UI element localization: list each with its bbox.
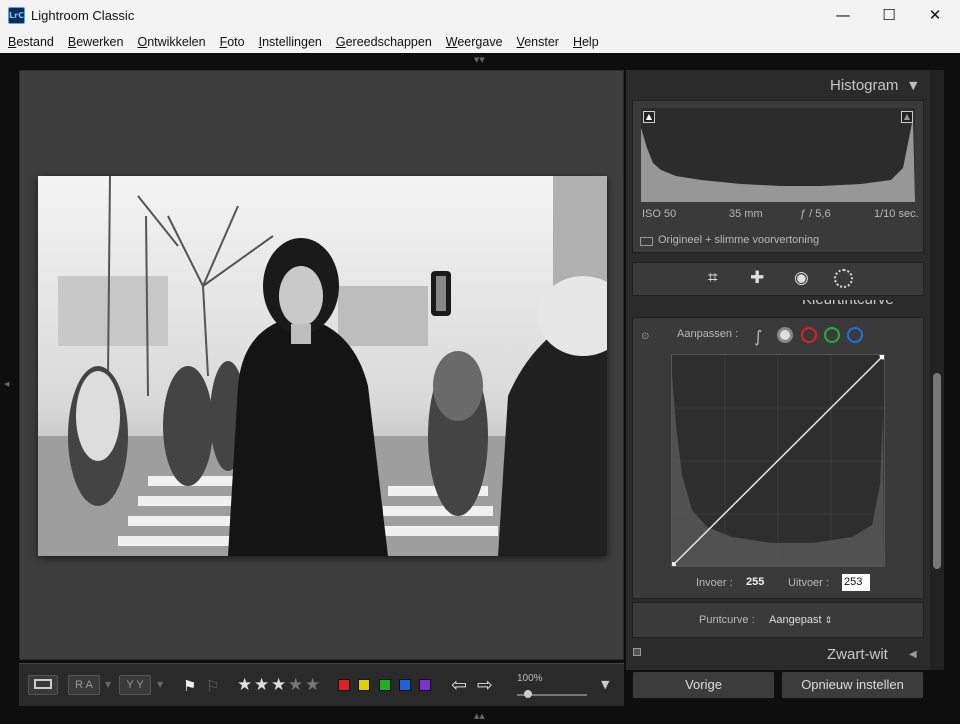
menu-gereedschappen[interactable]: Gereedschappen (336, 35, 432, 49)
menu-ontwikkelen[interactable]: Ontwikkelen (137, 35, 205, 49)
green-channel-icon[interactable] (824, 327, 840, 343)
shutter-speed: 1/10 sec. (874, 208, 919, 220)
scrollbar-thumb[interactable] (933, 373, 941, 569)
menu-weergave[interactable]: Weergave (446, 35, 503, 49)
curve-output-field[interactable]: 253 (842, 574, 870, 591)
top-panel-toggle-icon[interactable]: ▼▼ (474, 56, 485, 64)
point-curve-value: Aangepast (769, 614, 822, 626)
loupe-view-button[interactable] (28, 675, 58, 695)
menu-foto[interactable]: Foto (220, 35, 245, 49)
red-channel-icon[interactable] (801, 327, 817, 343)
maximize-button[interactable]: ☐ (866, 0, 912, 31)
right-panel-scrollbar[interactable] (930, 70, 944, 670)
adjust-label: Aanpassen : (677, 328, 739, 340)
title-bar: LrC Lightroom Classic — ☐ ✕ (0, 0, 960, 31)
image-view[interactable] (19, 70, 624, 660)
healing-tool-icon[interactable]: ✚ (750, 268, 764, 288)
app-logo-icon: LrC (8, 7, 25, 24)
color-label-blue[interactable] (399, 679, 411, 691)
reset-button[interactable]: Opnieuw instellen (781, 671, 924, 699)
before-after-swap-button[interactable]: Y Y (119, 675, 151, 695)
left-panel-toggle-icon[interactable]: ◀ (4, 380, 9, 388)
photo-preview[interactable] (38, 176, 607, 556)
histogram-curve (641, 118, 915, 202)
close-button[interactable]: ✕ (912, 0, 958, 31)
before-after-dropdown-icon[interactable]: ▼ (105, 680, 111, 689)
tone-curve-graph[interactable] (670, 352, 887, 568)
tone-curve-title[interactable]: Kleurtintcurve (802, 300, 894, 308)
menu-help[interactable]: Help (573, 35, 599, 49)
star-4-icon[interactable]: ★ (288, 675, 303, 695)
color-label-purple[interactable] (419, 679, 431, 691)
swap-dropdown-icon[interactable]: ▼ (157, 680, 163, 689)
iso-value: ISO 50 (642, 208, 677, 220)
focal-length: 35 mm (729, 208, 763, 220)
masking-tool-icon[interactable] (834, 269, 853, 288)
preview-label: Origineel + slimme voorvertoning (658, 234, 820, 246)
point-curve-white-icon[interactable] (777, 327, 793, 343)
before-after-button[interactable]: R A (68, 675, 100, 695)
highlight-clipping-icon[interactable]: ▲ (901, 111, 913, 123)
bw-panel-expand-icon[interactable]: ◀ (909, 649, 917, 660)
tool-strip (632, 262, 924, 296)
bw-panel-toggle-icon[interactable] (633, 648, 641, 656)
zoom-level: 100% (517, 673, 543, 684)
point-curve-label: Puntcurve : (699, 614, 755, 626)
color-label-yellow[interactable] (358, 679, 370, 691)
window-title: Lightroom Classic (31, 8, 135, 23)
histogram-title[interactable]: Histogram (830, 77, 898, 94)
loupe-icon (34, 679, 52, 689)
crop-tool-icon[interactable]: ⌗ (708, 268, 718, 288)
photo-image (38, 176, 607, 556)
red-eye-tool-icon[interactable]: ◉ (794, 268, 809, 288)
previous-photo-arrow-icon[interactable]: ⇦ (451, 674, 467, 696)
menu-bestand[interactable]: Bestand (8, 35, 54, 49)
aperture-value: ƒ / 5,6 (800, 208, 831, 220)
preview-toggle-icon[interactable] (640, 237, 653, 246)
parametric-curve-icon[interactable]: ∫ (754, 327, 762, 346)
curve-input-label: Invoer : (696, 577, 733, 589)
zoom-slider-handle[interactable] (524, 690, 532, 698)
minimize-button[interactable]: — (820, 0, 866, 31)
bottom-panel-toggle-icon[interactable]: ▲▲ (474, 712, 485, 720)
menu-instellingen[interactable]: Instellingen (259, 35, 322, 49)
curve-output-label: Uitvoer : (788, 577, 829, 589)
curve-input-value: 255 (746, 576, 765, 588)
tone-curve-svg (670, 352, 887, 568)
next-photo-arrow-icon[interactable]: ⇨ (477, 674, 493, 696)
star-2-icon[interactable]: ★ (254, 675, 269, 695)
flag-pick-icon[interactable]: ⚑ (183, 677, 196, 695)
tone-curve-header[interactable]: Kleurtintcurve (632, 300, 924, 308)
toolbar-options-dropdown-icon[interactable]: ▼ (601, 678, 609, 691)
bw-panel-title[interactable]: Zwart-wit (827, 646, 888, 663)
shadow-clipping-icon[interactable]: ▲ (643, 111, 655, 123)
star-1-icon[interactable]: ★ (237, 675, 252, 695)
updown-icon: ⇕ (824, 616, 833, 626)
color-label-green[interactable] (379, 679, 391, 691)
color-label-red[interactable] (338, 679, 350, 691)
flag-reject-icon[interactable]: ⚐ (206, 677, 219, 695)
bottom-toolbar: R A ▼ Y Y ▼ ⚑ ⚐ ★ ★ ★ ★ ★ ⇦ ⇨ 100% ▼ (19, 663, 624, 706)
targeted-adjust-icon[interactable]: ⊙ (641, 331, 649, 342)
previous-button[interactable]: Vorige (632, 671, 775, 699)
menu-bar: Bestand Bewerken Ontwikkelen Foto Instel… (0, 31, 960, 53)
histogram-collapse-icon[interactable]: ▼ (909, 79, 917, 92)
star-3-icon[interactable]: ★ (271, 675, 286, 695)
menu-bewerken[interactable]: Bewerken (68, 35, 124, 49)
histogram-graph[interactable] (641, 108, 915, 202)
point-curve-select[interactable]: Aangepast ⇕ (769, 614, 832, 626)
menu-venster[interactable]: Venster (517, 35, 559, 49)
blue-channel-icon[interactable] (847, 327, 863, 343)
star-5-icon[interactable]: ★ (305, 675, 320, 695)
